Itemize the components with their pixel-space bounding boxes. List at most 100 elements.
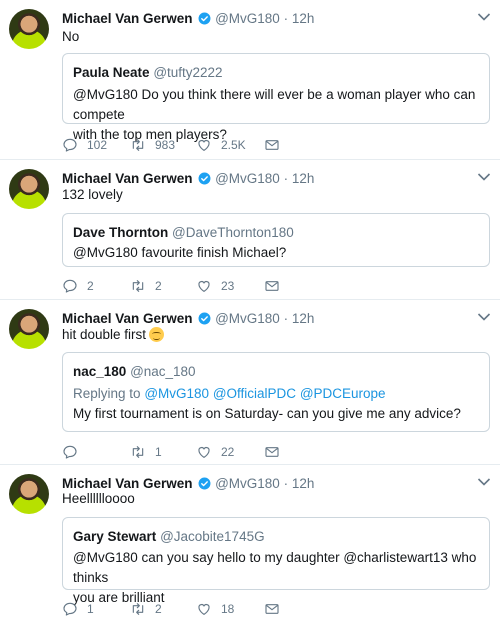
direct-message-button[interactable] <box>264 277 280 295</box>
quoted-tweet[interactable]: Paula Neate @tufty2222 @MvG180 Do you th… <box>62 53 490 142</box>
tweet-header: Michael Van Gerwen @MvG180 · 12h <box>62 311 314 327</box>
chevron-down-icon[interactable] <box>477 477 491 487</box>
tweet-text-row: hit double first <box>62 326 165 344</box>
author-name[interactable]: Michael Van Gerwen <box>62 476 193 491</box>
smiling-face-emoji <box>149 327 165 342</box>
like-count: 18 <box>221 602 235 616</box>
heart-icon <box>198 604 210 615</box>
quoted-author-handle: @tufty2222 <box>153 65 223 80</box>
mention-link[interactable]: @OfficialPDC <box>213 386 296 401</box>
tweet-text: hit double first <box>62 327 147 342</box>
quoted-tweet-header: nac_180 @nac_180 <box>73 364 196 379</box>
like-count: 23 <box>221 279 235 293</box>
author-name[interactable]: Michael Van Gerwen <box>62 11 193 26</box>
author-name[interactable]: Michael Van Gerwen <box>62 171 193 186</box>
quoted-tweet-text: @MvG180 can you say hello to my daughter… <box>73 548 479 608</box>
timestamp[interactable]: 12h <box>292 476 315 491</box>
direct-message-button[interactable] <box>264 136 280 154</box>
mention-link[interactable]: @PDCEurope <box>300 386 386 401</box>
separator-dot: · <box>283 311 289 326</box>
direct-message-button[interactable] <box>264 600 280 618</box>
retweet-icon <box>132 139 144 151</box>
quoted-tweet[interactable]: Dave Thornton @DaveThornton180 @MvG180 f… <box>62 213 490 267</box>
like-count: 2.5K <box>221 138 246 152</box>
like-button[interactable]: 2.5K <box>196 136 246 154</box>
quoted-text-line: My first tournament is on Saturday- can … <box>73 406 461 421</box>
timestamp[interactable]: 12h <box>292 171 315 186</box>
verified-badge-icon <box>198 12 211 25</box>
timestamp[interactable]: 12h <box>292 11 315 26</box>
like-count: 22 <box>221 445 235 459</box>
author-name[interactable]: Michael Van Gerwen <box>62 311 193 326</box>
author-handle[interactable]: @MvG180 <box>215 171 280 186</box>
like-button[interactable]: 18 <box>196 600 234 618</box>
tweet-text: Heelllllloooo <box>62 491 135 506</box>
heart-icon <box>198 447 210 458</box>
author-handle[interactable]: @MvG180 <box>215 11 280 26</box>
reply-icon <box>63 279 77 293</box>
reply-icon <box>63 445 77 459</box>
tweet-text: No <box>62 29 80 44</box>
quoted-tweet-header: Dave Thornton @DaveThornton180 <box>73 225 294 240</box>
avatar[interactable] <box>9 169 49 209</box>
like-button[interactable]: 23 <box>196 277 234 295</box>
quoted-author-handle: @Jacobite1745G <box>160 529 265 544</box>
retweet-button[interactable]: 2 <box>130 600 162 618</box>
quoted-tweet-text: My first tournament is on Saturday- can … <box>73 404 479 424</box>
author-handle[interactable]: @MvG180 <box>215 311 280 326</box>
reply-count: 102 <box>87 138 108 152</box>
quoted-author-handle: @nac_180 <box>130 364 196 379</box>
retweet-button[interactable]: 2 <box>130 277 162 295</box>
tweet[interactable]: Michael Van Gerwen @MvG180 · 12h No Paul… <box>0 0 500 160</box>
quoted-text-line: @MvG180 favourite finish Michael? <box>73 245 287 260</box>
reply-count: 1 <box>87 602 94 616</box>
chevron-down-icon[interactable] <box>477 312 491 322</box>
separator-dot: · <box>283 476 289 491</box>
verified-badge-icon <box>198 312 211 325</box>
reply-count: 2 <box>87 279 94 293</box>
reply-button[interactable] <box>62 443 87 461</box>
retweet-icon <box>132 280 144 292</box>
quoted-text-line: @MvG180 can you say hello to my daughter… <box>73 550 477 585</box>
retweet-count: 2 <box>155 279 162 293</box>
quoted-text-line: @MvG180 Do you think there will ever be … <box>73 87 476 122</box>
tweet[interactable]: Michael Van Gerwen @MvG180 · 12h Heellll… <box>0 465 500 618</box>
retweet-button[interactable]: 1 <box>130 443 162 461</box>
tweet-text: 132 lovely <box>62 187 123 202</box>
retweet-count: 983 <box>155 138 176 152</box>
quoted-tweet[interactable]: Gary Stewart @Jacobite1745G @MvG180 can … <box>62 517 490 605</box>
timestamp[interactable]: 12h <box>292 311 315 326</box>
separator-dot: · <box>283 171 289 186</box>
author-handle[interactable]: @MvG180 <box>215 476 280 491</box>
quoted-author-name: Gary Stewart <box>73 529 157 544</box>
tweet-header: Michael Van Gerwen @MvG180 · 12h <box>62 171 314 187</box>
envelope-icon <box>265 140 279 150</box>
reply-button[interactable]: 2 <box>62 277 94 295</box>
envelope-icon <box>265 604 279 614</box>
quoted-tweet[interactable]: nac_180 @nac_180 Replying to @MvG180 @Of… <box>62 352 490 432</box>
mention-link[interactable]: @MvG180 <box>144 386 209 401</box>
heart-icon <box>198 281 210 292</box>
quoted-author-name: Dave Thornton <box>73 225 169 240</box>
chevron-down-icon[interactable] <box>477 172 491 182</box>
retweet-icon <box>132 603 144 615</box>
retweet-count: 2 <box>155 602 162 616</box>
direct-message-button[interactable] <box>264 443 280 461</box>
quoted-author-name: nac_180 <box>73 364 127 379</box>
reply-button[interactable]: 1 <box>62 600 94 618</box>
chevron-down-icon[interactable] <box>477 12 491 22</box>
verified-badge-icon <box>198 477 211 490</box>
retweet-button[interactable]: 983 <box>130 136 175 154</box>
replying-to-label: Replying to <box>73 386 141 401</box>
avatar[interactable] <box>9 9 49 49</box>
avatar[interactable] <box>9 474 49 514</box>
tweet[interactable]: Michael Van Gerwen @MvG180 · 12h hit dou… <box>0 300 500 465</box>
reply-icon <box>63 602 77 616</box>
envelope-icon <box>265 447 279 457</box>
tweet[interactable]: Michael Van Gerwen @MvG180 · 12h 132 lov… <box>0 160 500 300</box>
quoted-author-handle: @DaveThornton180 <box>172 225 294 240</box>
reply-button[interactable]: 102 <box>62 136 107 154</box>
quoted-tweet-header: Paula Neate @tufty2222 <box>73 65 223 80</box>
like-button[interactable]: 22 <box>196 443 234 461</box>
avatar[interactable] <box>9 309 49 349</box>
